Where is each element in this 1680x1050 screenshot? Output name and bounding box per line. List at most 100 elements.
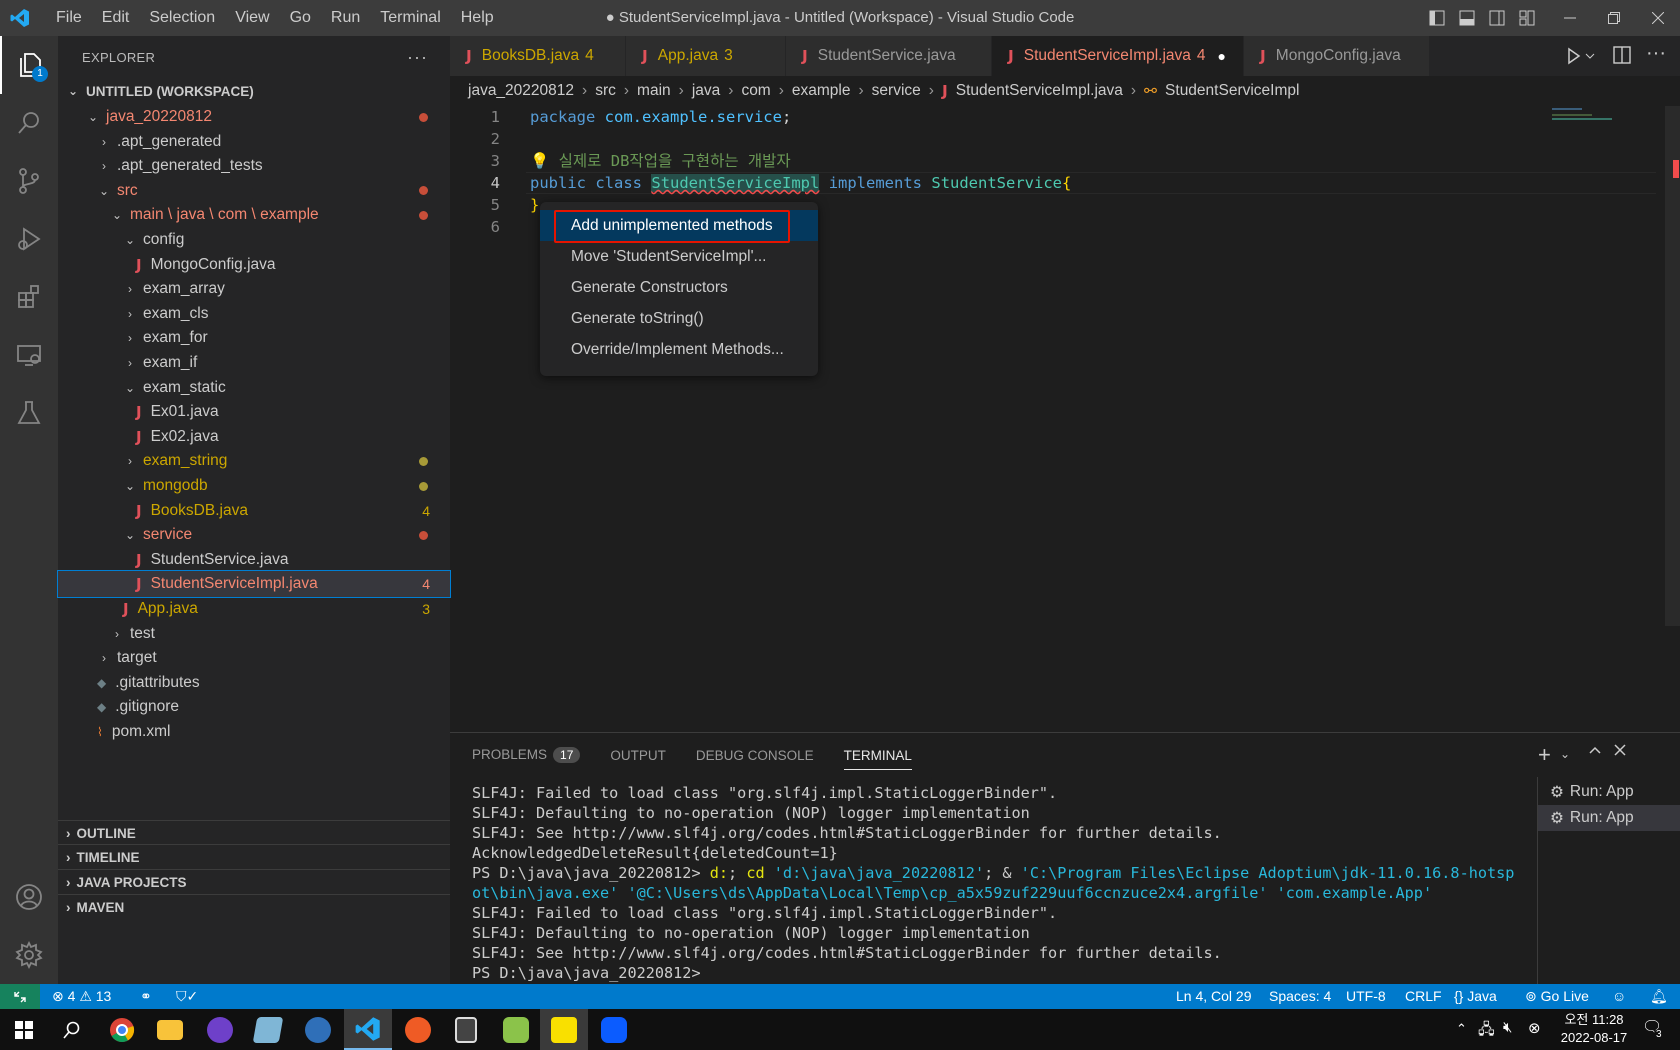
tab-studentservice[interactable]: J StudentService.java (786, 36, 992, 76)
tree-item[interactable]: › exam_if (58, 350, 450, 376)
tree-item[interactable]: ⌄ exam_static (58, 375, 450, 401)
menu-run[interactable]: Run (321, 0, 370, 36)
tree-item[interactable]: › exam_string (58, 448, 450, 474)
section-maven[interactable]: › MAVEN (58, 894, 450, 920)
tree-item[interactable]: ⌄ src (58, 178, 450, 204)
breadcrumb-item[interactable]: StudentServiceImpl (1165, 82, 1299, 100)
calculator-icon[interactable] (442, 1009, 490, 1050)
source-control-icon[interactable] (0, 152, 58, 210)
menu-item-move[interactable]: Move 'StudentServiceImpl'... (540, 241, 818, 272)
notifications-bell-icon[interactable]: 🔔︎ (1650, 984, 1668, 1009)
tab-terminal[interactable]: TERMINAL (843, 741, 912, 770)
shield-check-icon[interactable]: ⛉✓ (176, 984, 198, 1009)
tab-problems[interactable]: PROBLEMS 17 (472, 747, 581, 763)
menu-file[interactable]: File (46, 0, 92, 36)
tree-item[interactable]: J StudentService.java (58, 547, 450, 573)
menu-item-override-implement[interactable]: Override/Implement Methods... (540, 334, 818, 365)
indentation[interactable]: Spaces: 4 (1269, 984, 1331, 1009)
vscode-taskbar-icon[interactable] (344, 1009, 392, 1050)
network-icon[interactable]: 🖧︎ (1478, 1019, 1495, 1044)
sync-icon[interactable]: ⚭ (140, 984, 152, 1009)
lightbulb-icon[interactable]: 💡 (530, 152, 549, 170)
more-actions-icon[interactable]: ··· (407, 47, 428, 68)
terminal-instance[interactable]: ⚙ Run: App (1538, 805, 1680, 831)
section-java-projects[interactable]: › JAVA PROJECTS (58, 869, 450, 895)
menu-item-generate-constructors[interactable]: Generate Constructors (540, 272, 818, 303)
run-debug-icon[interactable] (0, 210, 58, 268)
menu-selection[interactable]: Selection (139, 0, 225, 36)
remote-indicator-icon[interactable] (0, 984, 40, 1009)
breadcrumb-item[interactable]: StudentServiceImpl.java (956, 82, 1123, 100)
tree-item[interactable]: J Ex01.java (58, 399, 450, 425)
tree-item[interactable]: ⌄ mongodb (58, 473, 450, 499)
breadcrumb-item[interactable]: service (872, 82, 921, 100)
tree-item[interactable]: ⌄ service (58, 522, 450, 548)
tab-studentserviceimpl[interactable]: J StudentServiceImpl.java 4 ● (992, 36, 1244, 76)
tree-item[interactable]: › test (58, 621, 450, 647)
minimize-icon[interactable] (1548, 0, 1592, 36)
tree-item[interactable]: › .apt_generated_tests (58, 153, 450, 179)
tree-item[interactable]: J StudentServiceImpl.java 4 (57, 570, 451, 599)
section-outline[interactable]: › OUTLINE (58, 820, 450, 846)
tree-item[interactable]: ◆ .gitattributes (58, 670, 450, 696)
extensions-icon[interactable] (0, 268, 58, 326)
status-x-icon[interactable]: ⊗ (1528, 1019, 1541, 1037)
tab-booksdb[interactable]: J BooksDB.java 4 (450, 36, 626, 76)
file-explorer-icon[interactable] (146, 1009, 194, 1050)
terminal-output[interactable]: SLF4J: Failed to load class "org.slf4j.i… (472, 783, 1542, 983)
taskbar-search-icon[interactable] (48, 1009, 96, 1050)
postman-icon[interactable] (394, 1009, 442, 1050)
tree-item[interactable]: J App.java 3 (58, 596, 450, 622)
encoding[interactable]: UTF-8 (1346, 984, 1386, 1009)
clock[interactable]: 오전 11:28 2022-08-17 (1554, 1011, 1634, 1047)
menu-help[interactable]: Help (451, 0, 504, 36)
tree-item[interactable]: J Ex02.java (58, 424, 450, 450)
breadcrumb-item[interactable]: src (595, 82, 616, 100)
menu-view[interactable]: View (225, 0, 279, 36)
language-mode[interactable]: {} Java (1454, 984, 1497, 1009)
tree-item[interactable]: J BooksDB.java 4 (58, 498, 450, 524)
cursor-position[interactable]: Ln 4, Col 29 (1176, 984, 1252, 1009)
menu-item-generate-tostring[interactable]: Generate toString() (540, 303, 818, 334)
tree-item[interactable]: ⌄ config (58, 227, 450, 253)
chevron-down-icon[interactable]: ⌄ (1560, 747, 1570, 761)
explorer-icon[interactable]: 1 (0, 36, 58, 94)
menu-go[interactable]: Go (280, 0, 321, 36)
toggle-panel-icon[interactable] (1452, 0, 1482, 36)
testing-icon[interactable] (0, 384, 58, 442)
toggle-secondary-sidebar-icon[interactable] (1482, 0, 1512, 36)
breadcrumb-item[interactable]: java (692, 82, 720, 100)
tree-item[interactable]: › target (58, 645, 450, 671)
chevron-up-icon[interactable]: ⌃ (1456, 1021, 1467, 1037)
breadcrumb-item[interactable]: example (792, 82, 851, 100)
settings-gear-icon[interactable] (0, 926, 58, 984)
tab-app[interactable]: J App.java 3 (626, 36, 786, 76)
tree-item[interactable]: ⌄ java_20220812 (58, 104, 450, 130)
kakaotalk-icon[interactable] (540, 1009, 588, 1050)
github-desktop-icon[interactable] (196, 1009, 244, 1050)
windows-start-icon[interactable] (0, 1009, 48, 1050)
chrome-icon[interactable] (98, 1009, 146, 1050)
close-panel-icon[interactable] (1613, 743, 1627, 761)
minimap[interactable] (1552, 106, 1642, 122)
account-icon[interactable] (0, 868, 58, 926)
end-of-line[interactable]: CRLF (1405, 984, 1442, 1009)
tree-item[interactable]: ⌇ pom.xml (58, 719, 450, 745)
tree-item[interactable]: › exam_cls (58, 301, 450, 327)
editor-scrollbar[interactable] (1665, 106, 1680, 626)
more-editor-actions-icon[interactable]: ··· (1646, 42, 1666, 65)
terminal-instance[interactable]: ⚙ Run: App (1538, 779, 1680, 805)
breadcrumb-item[interactable]: main (637, 82, 671, 100)
menu-terminal[interactable]: Terminal (370, 0, 450, 36)
tree-item[interactable]: ⌄ main \ java \ com \ example (58, 202, 450, 228)
go-live[interactable]: ⊚ Go Live (1525, 984, 1589, 1009)
app-icon[interactable] (294, 1009, 342, 1050)
toggle-sidebar-icon[interactable] (1422, 0, 1452, 36)
feedback-icon[interactable]: ☺ (1612, 984, 1626, 1009)
tree-item[interactable]: › exam_for (58, 325, 450, 351)
notepad-icon[interactable] (244, 1009, 292, 1050)
new-terminal-plus-icon[interactable]: + (1538, 744, 1551, 766)
customize-layout-icon[interactable] (1512, 0, 1542, 36)
unsaved-dot-icon[interactable]: ● (1218, 48, 1226, 64)
close-window-icon[interactable] (1636, 0, 1680, 36)
